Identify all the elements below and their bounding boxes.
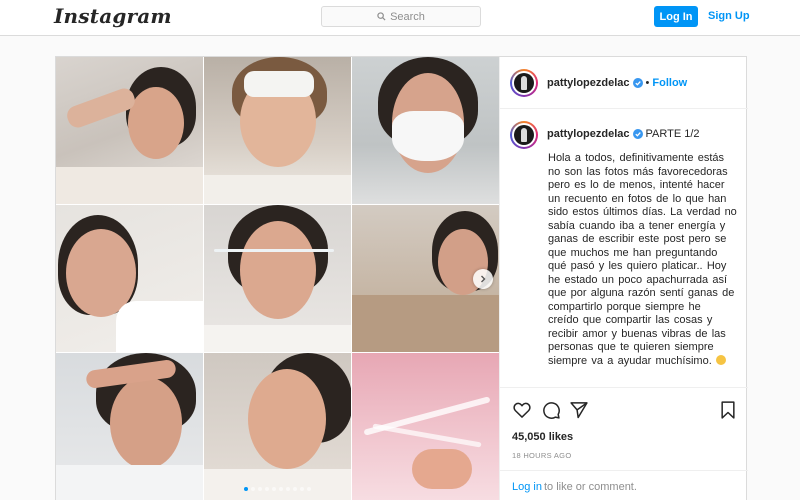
share-icon — [570, 402, 588, 419]
signup-link[interactable]: Sign Up — [708, 6, 750, 27]
carousel-dot — [279, 487, 283, 491]
caption-avatar[interactable] — [510, 121, 538, 149]
comment-login-text: to like or comment. — [544, 481, 637, 493]
collage-photo-8 — [204, 353, 351, 500]
comment-icon — [543, 402, 560, 419]
avatar[interactable] — [510, 69, 538, 97]
caption-line: sabía cuando iba a tener energía y — [548, 219, 726, 232]
verified-badge-icon — [632, 129, 643, 139]
caption-section: pattylopezdelac PARTE 1/2 Hola a todos, … — [500, 109, 748, 387]
search-input[interactable]: Search — [321, 6, 481, 27]
caption-line: he estado un poco apachurrada así — [548, 273, 728, 286]
comment-login-link[interactable]: Log in — [512, 481, 542, 493]
heart-icon — [513, 402, 531, 418]
carousel-dot — [286, 487, 290, 491]
smile-emoji-icon — [716, 354, 727, 365]
carousel-dot — [272, 487, 276, 491]
likes-count[interactable]: 45,050 likes — [512, 431, 573, 443]
carousel-dot — [251, 487, 255, 491]
save-button[interactable] — [718, 400, 738, 420]
carousel-dot — [244, 487, 248, 491]
post-card: pattylopezdelac • Follow pattylopezdelac… — [55, 56, 748, 500]
caption-line: siempre va a ayudar muchísimo. — [548, 354, 740, 369]
caption-username-link[interactable]: pattylopezdelac — [547, 128, 630, 140]
caption-line: pero es lo de menos, intenté hacer — [548, 179, 725, 191]
caption-line: compartirlo porque siempre he — [548, 300, 701, 313]
login-button[interactable]: Log In — [654, 6, 698, 27]
like-button[interactable] — [512, 400, 532, 420]
chevron-right-icon — [481, 275, 486, 283]
collage-photo-7 — [56, 353, 203, 500]
follow-button[interactable]: Follow — [652, 77, 687, 89]
caption-header: pattylopezdelac PARTE 1/2 — [547, 128, 700, 140]
post-author-line: pattylopezdelac • Follow — [547, 77, 687, 89]
caption-line: Hola a todos, definitivamente estás — [548, 152, 725, 164]
carousel-dot — [300, 487, 304, 491]
post-media[interactable] — [56, 57, 499, 500]
separator: • — [645, 77, 650, 89]
caption-line: que por alguna razón sentí ganas de — [548, 287, 735, 299]
carousel-dot — [265, 487, 269, 491]
caption-line: creído que compartir las cosas y — [548, 314, 713, 326]
share-button[interactable] — [569, 400, 589, 420]
caption-line: sido estos últimos días. La verdad no — [548, 206, 737, 218]
caption-line: ganas de escribir este post pero se — [548, 233, 727, 245]
collage-photo-5 — [204, 205, 351, 352]
verified-badge-icon — [632, 78, 643, 88]
photo-collage — [56, 57, 499, 500]
carousel-indicator — [56, 487, 499, 491]
carousel-next-button[interactable] — [473, 269, 493, 289]
caption-line: que muchos me han preguntando — [548, 246, 718, 259]
caption-title: PARTE 1/2 — [645, 128, 700, 140]
username-link[interactable]: pattylopezdelac — [547, 77, 630, 89]
post-actions: 45,050 likes 18 HOURS AGO Log in to like… — [500, 387, 748, 500]
carousel-dot — [258, 487, 262, 491]
carousel-dot — [307, 487, 311, 491]
collage-photo-4 — [56, 205, 203, 352]
collage-photo-2 — [204, 57, 351, 204]
caption-text: Hola a todos, definitivamente estás no so… — [548, 152, 740, 381]
search-placeholder: Search — [390, 10, 425, 23]
bookmark-icon — [721, 401, 735, 419]
post-sidebar: pattylopezdelac • Follow pattylopezdelac… — [499, 57, 748, 500]
comment-button[interactable] — [541, 400, 561, 420]
caption-line: no son las fotos más favorecedoras — [548, 165, 728, 178]
comment-login-bar: Log in to like or comment. — [500, 470, 748, 500]
caption-line: qué pasó y les quiero platicar.. Hoy — [548, 260, 727, 272]
post-timestamp[interactable]: 18 HOURS AGO — [512, 451, 571, 460]
top-nav: Instagram Search Log In Sign Up — [0, 0, 800, 36]
collage-photo-9 — [352, 353, 499, 500]
collage-photo-1 — [56, 57, 203, 204]
instagram-logo[interactable]: Instagram — [54, 4, 172, 28]
caption-line: un recuento en fotos de lo que han — [548, 192, 727, 205]
carousel-dot — [293, 487, 297, 491]
collage-photo-3 — [352, 57, 499, 204]
post-header: pattylopezdelac • Follow — [500, 57, 748, 109]
caption-line: personas que te quieren siempre — [548, 341, 714, 353]
search-icon — [377, 12, 386, 21]
caption-line: recibir amor y buenas vibras de las — [548, 327, 726, 340]
